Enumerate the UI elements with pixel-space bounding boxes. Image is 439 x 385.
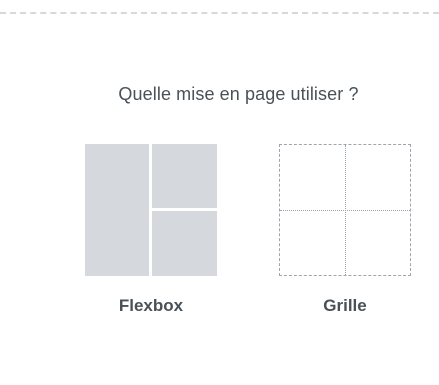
dashed-divider [0, 12, 439, 14]
grid-preview-horizontal-line [280, 210, 410, 211]
flexbox-preview-icon [85, 144, 217, 276]
flexbox-preview-bottom-right-cell [152, 211, 217, 276]
layout-picker-panel: Quelle mise en page utiliser ? Flexbox G… [0, 0, 439, 385]
flexbox-preview-left-cell [85, 144, 149, 276]
layout-question: Quelle mise en page utiliser ? [118, 84, 359, 104]
flexbox-option[interactable]: Flexbox [81, 144, 221, 324]
grid-option-label: Grille [323, 296, 367, 315]
grid-preview-icon [279, 144, 411, 276]
flexbox-option-label: Flexbox [118, 296, 184, 315]
flexbox-preview-top-right-cell [152, 144, 217, 208]
grid-option[interactable]: Grille [275, 144, 415, 324]
